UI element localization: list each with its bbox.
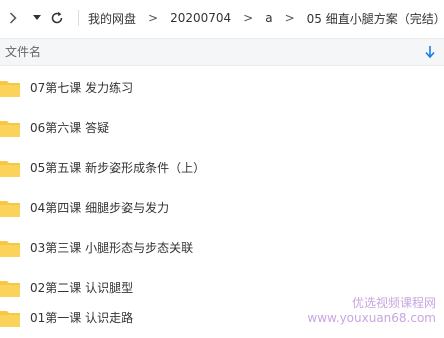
toolbar: 我的网盘 > 20200704 > a > 05 细直小腿方案（完结） <box>0 0 444 36</box>
watermark-url: www.youxuan68.com <box>307 311 436 325</box>
breadcrumb-separator: > <box>243 11 254 25</box>
file-name: 01第一课 认识走路 <box>30 311 134 325</box>
folder-icon <box>0 81 20 97</box>
file-name: 06第六课 答疑 <box>30 121 110 135</box>
folder-icon <box>0 161 20 177</box>
watermark-title: 优选视频课程网 <box>351 296 436 310</box>
breadcrumb-separator: > <box>148 11 159 25</box>
column-header-filename[interactable]: 文件名 <box>5 39 41 65</box>
toolbar-divider <box>78 10 79 26</box>
list-item[interactable]: 05第五课 新步姿形成条件（上） <box>0 148 444 188</box>
breadcrumb-item-a[interactable]: a <box>265 11 272 25</box>
breadcrumb: 我的网盘 > 20200704 > a > 05 细直小腿方案（完结） <box>88 0 444 36</box>
sort-down-arrow-icon[interactable] <box>424 45 436 59</box>
file-name: 05第五课 新步姿形成条件（上） <box>30 161 206 175</box>
refresh-button[interactable] <box>48 8 66 28</box>
breadcrumb-separator: > <box>284 11 295 25</box>
chevron-right-icon <box>9 12 17 24</box>
folder-icon <box>0 311 20 327</box>
file-name: 03第三课 小腿形态与步态关联 <box>30 241 194 255</box>
folder-icon <box>0 201 20 217</box>
refresh-icon <box>51 11 63 24</box>
list-item[interactable]: 06第六课 答疑 <box>0 108 444 148</box>
list-item[interactable]: 07第七课 发力练习 <box>0 68 444 108</box>
folder-icon <box>0 241 20 257</box>
list-item[interactable]: 04第四课 细腿步姿与发力 <box>0 188 444 228</box>
folder-icon <box>0 121 20 137</box>
breadcrumb-item-root[interactable]: 我的网盘 <box>88 10 136 27</box>
forward-button[interactable] <box>6 8 20 28</box>
list-item[interactable]: 03第三课 小腿形态与步态关联 <box>0 228 444 268</box>
file-name: 04第四课 细腿步姿与发力 <box>30 201 170 215</box>
file-name: 07第七课 发力练习 <box>30 81 134 95</box>
breadcrumb-item-date[interactable]: 20200704 <box>170 11 231 25</box>
history-dropdown-button[interactable] <box>30 8 44 28</box>
file-list-header: 文件名 <box>0 38 444 66</box>
folder-icon <box>0 281 20 297</box>
breadcrumb-item-current[interactable]: 05 细直小腿方案（完结） <box>307 10 444 27</box>
caret-down-icon <box>33 15 41 20</box>
